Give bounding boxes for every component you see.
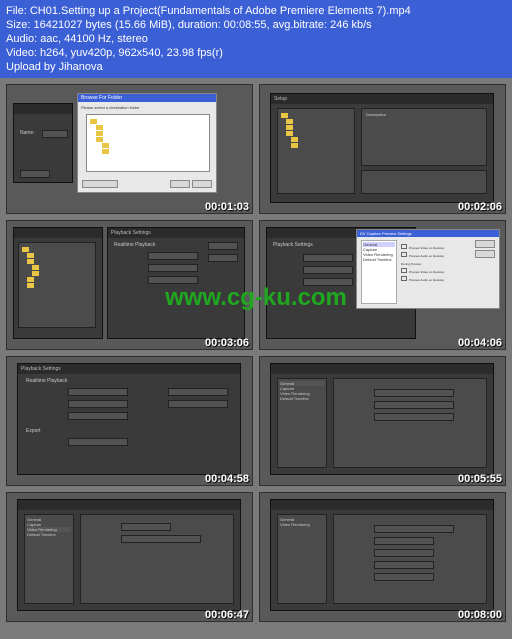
checkbox-preview-video[interactable]: Preview Video on Desktop [409,246,444,250]
timestamp: 00:01:03 [205,201,249,213]
new-project-title [14,104,72,114]
dropdown[interactable] [68,438,128,446]
ok-button[interactable] [475,240,495,248]
new-folder-button[interactable] [82,180,118,188]
setup-title: Setup [271,94,493,104]
timestamp: 00:04:06 [458,337,502,349]
during-label: During Preview [401,262,444,266]
dropdown[interactable] [148,264,198,272]
timestamp: 00:06:47 [205,609,249,621]
thumb-5: Playback Settings Realtime Playback Expo… [6,356,253,486]
video-line: Video: h264, yuv420p, 962x540, 23.98 fps… [6,46,506,60]
cancel-button[interactable] [475,250,495,258]
checkbox-capture-video[interactable]: Preview Video on Desktop [409,270,444,274]
realtime-label: Realtime Playback [26,378,67,384]
playback-settings-title: Playback Settings [108,228,244,238]
thumb-1: Name: Browse For Folder Please select a … [6,84,253,214]
file-line: File: CH01.Setting up a Project(Fundamen… [6,4,506,18]
dropdown[interactable] [68,400,128,408]
checkbox-preview-audio[interactable]: Preview Audio on Desktop [409,254,444,258]
dropdown[interactable] [168,400,228,408]
thumb-2: Setup Description 00:02:06 [259,84,506,214]
ok-button[interactable] [170,180,190,188]
browse-folder-hint: Please select a destination folder [78,102,216,113]
dropdown[interactable] [68,388,128,396]
thumb-7: General Capture Video Rendering Default … [6,492,253,622]
thumb-4: Playback Settings DV Capture Preview Set… [259,220,506,350]
playback-settings-title: Playback Settings [18,364,240,374]
timeline-item[interactable]: Default Timeline [280,396,324,401]
timestamp: 00:03:06 [205,337,249,349]
checkbox-capture-audio[interactable]: Preview Audio on Desktop [409,278,444,282]
realtime-label: Realtime Playback [114,242,155,248]
thumb-6: General Capture Video Rendering Default … [259,356,506,486]
timestamp: 00:05:55 [458,473,502,485]
timeline-tab[interactable]: Default Timeline [363,257,395,262]
dropdown[interactable] [68,412,128,420]
dropdown[interactable] [148,252,198,260]
rendering-item[interactable]: Video Rendering [280,522,324,527]
timestamp: 00:02:06 [458,201,502,213]
upload-line: Upload by Jihanova [6,60,506,74]
ok-button[interactable] [208,242,238,250]
dv-capture-title: DV Capture Preview Settings [357,230,499,237]
thumbnail-grid: Name: Browse For Folder Please select a … [0,78,512,628]
dropdown[interactable] [168,388,228,396]
timeline-item[interactable]: Default Timeline [27,532,71,537]
browse-folder-title: Browse For Folder [78,94,216,102]
export-label: Export [26,428,40,434]
dropdown[interactable] [148,276,198,284]
cancel-button[interactable] [208,254,238,262]
audio-line: Audio: aac, 44100 Hz, stereo [6,32,506,46]
thumb-8: General Video Rendering 00:08:00 [259,492,506,622]
timestamp: 00:08:00 [458,609,502,621]
cancel-button[interactable] [192,180,212,188]
size-line: Size: 16421027 bytes (15.66 MiB), durati… [6,18,506,32]
info-header: File: CH01.Setting up a Project(Fundamen… [0,0,512,78]
thumb-3: Playback Settings Realtime Playback 00:0… [6,220,253,350]
timestamp: 00:04:58 [205,473,249,485]
